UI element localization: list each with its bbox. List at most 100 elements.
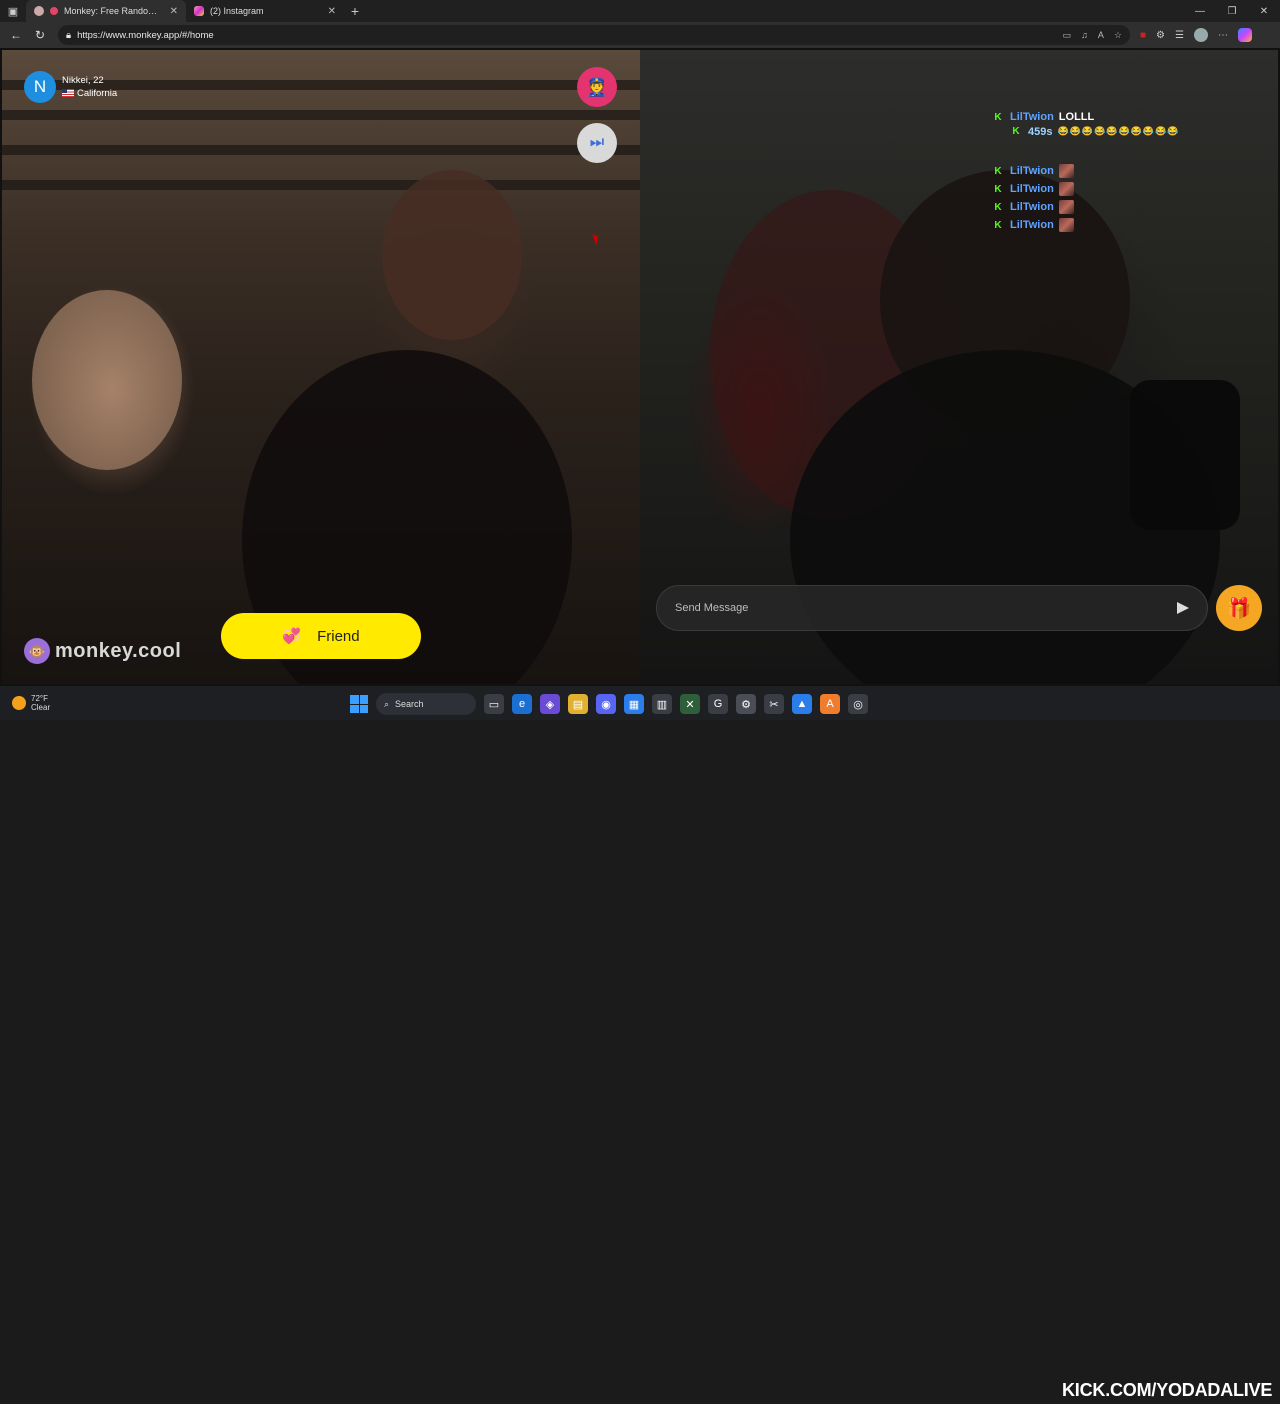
task-view-icon[interactable]: ▭ [484, 694, 504, 714]
tab-actions-icon[interactable]: ▣ [0, 0, 26, 22]
emote-icon [1058, 218, 1074, 232]
instagram-icon [194, 6, 204, 16]
camera-icon[interactable]: ▭ [1063, 30, 1072, 41]
chat-text: LOLLL [1058, 111, 1095, 123]
friend-button[interactable]: 💞 Friend [221, 613, 421, 659]
bed-slat [2, 110, 640, 120]
user-location: California [77, 88, 118, 99]
new-tab-button[interactable]: + [344, 0, 366, 22]
message-input[interactable] [675, 602, 1177, 614]
discord-icon[interactable]: ◉ [596, 694, 616, 714]
chat-message: K LilTwion [991, 180, 1191, 198]
report-button[interactable]: 👮 [577, 67, 617, 107]
favorites-icon[interactable]: ☰ [1175, 30, 1184, 41]
kick-badge-icon: K [994, 165, 1002, 177]
emote-icon [1058, 200, 1074, 214]
recording-icon [50, 7, 58, 15]
close-tab-icon[interactable]: ✕ [170, 6, 178, 17]
search-icon: ⌕ [384, 698, 390, 709]
weather-sun-icon [12, 696, 26, 710]
chat-message: K 459s 😂😂😂😂😂😂😂😂😂😂 [991, 126, 1191, 162]
stranger-profile[interactable]: N Nikkei, 22 California [24, 71, 117, 103]
lock-icon: 🔒︎ [66, 29, 72, 41]
user-location-row: California [62, 88, 117, 99]
kick-badge-icon: K [1012, 126, 1020, 137]
maximize-button[interactable]: ❐ [1216, 6, 1248, 17]
chat-message: K LilTwion [991, 216, 1191, 234]
tab-title: (2) Instagram [210, 6, 264, 16]
chat-username: LilTwion [1010, 219, 1054, 231]
taskbar-icons: ⌕ Search ▭ e ◈ ▤ ◉ ▦ ▥ ✕ G ⚙ ✂ ▲ A ◎ [350, 693, 868, 715]
mouse-cursor-icon [592, 232, 601, 246]
url-text: https://www.monkey.app/#/home [77, 29, 214, 41]
kick-badge-icon: K [994, 183, 1002, 195]
notification-icon[interactable]: ♫ [1081, 30, 1088, 41]
taskbar-search[interactable]: ⌕ Search [376, 693, 476, 715]
capcut-icon[interactable]: ✂ [764, 694, 784, 714]
person-left-face [32, 290, 182, 470]
bed-slat [2, 180, 640, 190]
chat-message: K LilTwion [991, 198, 1191, 216]
photos-icon[interactable]: ▲ [792, 694, 812, 714]
brand-watermark: 🐵 monkey.cool [24, 638, 181, 664]
kick-banner: KICK.COM/YODADALIVE [1062, 1376, 1272, 1404]
settings-icon[interactable]: ⚙ [736, 694, 756, 714]
refresh-button[interactable]: ↻ [28, 28, 52, 42]
close-tab-icon[interactable]: ✕ [328, 6, 336, 17]
chat-username: 459s [1028, 126, 1053, 138]
copilot-app-icon[interactable]: ◈ [540, 694, 560, 714]
gift-button[interactable]: 🎁 [1216, 585, 1262, 631]
close-window-button[interactable]: ✕ [1248, 6, 1280, 17]
copilot-icon[interactable] [1237, 28, 1252, 42]
heart-icon: 💞 [282, 628, 302, 645]
chat-message: K LilTwion [991, 162, 1191, 180]
extensions-icon[interactable]: ⚙ [1156, 30, 1165, 41]
kick-badge-icon: K [994, 219, 1002, 231]
weather-condition: Clear [31, 703, 51, 712]
stranger-video: N Nikkei, 22 California 👮 ⏭ 🐵 monkey.coo… [2, 50, 640, 684]
windows-start-icon[interactable] [350, 695, 368, 713]
police-officer-icon: 👮 [585, 76, 609, 97]
address-bar[interactable]: 🔒︎ https://www.monkey.app/#/home ▭ ♫ A ☆ [58, 25, 1130, 45]
file-explorer-icon[interactable]: ▤ [568, 694, 588, 714]
stream-chat: K LilTwion LOLLL K 459s 😂😂😂😂😂😂😂😂😂😂 K Lil… [991, 108, 1191, 234]
favorite-star-icon[interactable]: ☆ [1114, 30, 1122, 41]
back-button[interactable]: ← [4, 28, 28, 42]
us-flag-icon [62, 89, 74, 98]
monkey-favicon-icon [34, 6, 44, 16]
profile-avatar[interactable] [1193, 28, 1208, 42]
temperature: 72°F [31, 694, 48, 703]
bed-slat [2, 145, 640, 155]
app-icon[interactable]: A [820, 694, 840, 714]
tab-monkey[interactable]: Monkey: Free Random Video Chat ✕ [26, 0, 186, 22]
chat-username: LilTwion [1010, 111, 1054, 123]
window-controls: — ❐ ✕ [1184, 6, 1280, 17]
app-icon[interactable]: ▥ [652, 694, 672, 714]
person-right-face [382, 170, 522, 340]
chat-message: K LilTwion LOLLL [991, 108, 1191, 126]
weather-widget[interactable]: 72°F Clear [12, 694, 50, 712]
skip-button[interactable]: ⏭ [577, 123, 617, 163]
more-menu-icon[interactable]: ⋯ [1218, 30, 1228, 41]
chat-text: 😂😂😂😂😂😂😂😂😂😂 [1057, 126, 1180, 136]
extension-icon[interactable]: ■ [1140, 30, 1146, 41]
store-icon[interactable]: ▦ [624, 694, 644, 714]
edge-icon[interactable]: e [512, 694, 532, 714]
search-label: Search [395, 699, 424, 709]
send-icon[interactable] [1177, 602, 1189, 614]
emote-icon [1058, 182, 1074, 196]
minimize-button[interactable]: — [1184, 6, 1216, 17]
kick-badge-icon: K [994, 201, 1002, 213]
chat-username: LilTwion [1010, 165, 1054, 177]
avatar: N [24, 71, 56, 103]
tab-instagram[interactable]: (2) Instagram ✕ [186, 0, 344, 22]
chat-username: LilTwion [1010, 201, 1054, 213]
excel-icon[interactable]: ✕ [680, 694, 700, 714]
app-icon[interactable]: G [708, 694, 728, 714]
read-aloud-icon[interactable]: A [1098, 30, 1104, 41]
tab-title: Monkey: Free Random Video Chat [64, 6, 164, 16]
message-bar [656, 585, 1208, 631]
obs-icon[interactable]: ◎ [848, 694, 868, 714]
kick-banner-text: KICK.COM/YODADALIVE [1062, 1379, 1273, 1400]
gift-icon: 🎁 [1226, 597, 1252, 620]
